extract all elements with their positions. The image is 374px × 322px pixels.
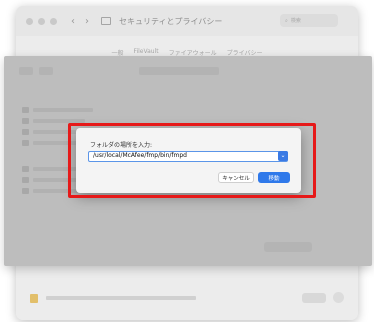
zoom-window-button[interactable]: [50, 17, 57, 25]
folder-icon: [22, 140, 29, 146]
search-field[interactable]: ⌕ 検索: [280, 14, 338, 27]
search-icon: ⌕: [285, 17, 288, 24]
close-window-button[interactable]: [26, 17, 33, 25]
show-all-grid-icon[interactable]: [101, 17, 111, 25]
list-item[interactable]: [22, 117, 354, 125]
search-placeholder: 検索: [290, 18, 301, 24]
folder-path-input[interactable]: /usr/local/McAfee/fmp/bin/fmpd ⌄: [88, 151, 288, 162]
folder-icon: [22, 129, 29, 135]
go-to-folder-dialog: フォルダの場所を入力: /usr/local/McAfee/fmp/bin/fm…: [76, 128, 301, 193]
title-bar: ‹ › セキュリティとプライバシー ⌕ 検索: [16, 6, 358, 36]
chevron-down-icon: ⌄: [280, 152, 286, 159]
sheet-view-buttons[interactable]: [39, 67, 53, 75]
bottom-bar: [16, 280, 358, 320]
window-title: セキュリティとプライバシー: [119, 16, 223, 26]
window-controls: [26, 17, 57, 25]
folder-icon: [22, 107, 29, 113]
recent-folders-dropdown[interactable]: ⌄: [278, 151, 288, 161]
advanced-button[interactable]: [302, 293, 326, 303]
help-button[interactable]: [333, 292, 344, 303]
folder-icon: [22, 166, 29, 172]
folder-path-value: /usr/local/McAfee/fmp/bin/fmpd: [93, 152, 187, 159]
folder-icon: [22, 188, 29, 194]
cancel-button[interactable]: キャンセル: [218, 172, 254, 183]
lock-icon[interactable]: [30, 294, 38, 303]
location-popup[interactable]: [139, 67, 219, 75]
sheet-toolbar: [19, 66, 357, 76]
back-icon[interactable]: ‹: [71, 16, 75, 27]
folder-location-label: フォルダの場所を入力:: [90, 142, 153, 149]
folder-icon: [22, 118, 29, 124]
lock-hint-text: [46, 296, 196, 300]
minimize-window-button[interactable]: [38, 17, 45, 25]
folder-icon: [22, 177, 29, 183]
list-item[interactable]: [22, 106, 354, 114]
forward-icon[interactable]: ›: [85, 16, 89, 27]
sheet-nav-buttons[interactable]: [19, 67, 33, 75]
navigation-arrows: ‹ ›: [71, 16, 89, 27]
new-folder-button[interactable]: [264, 242, 312, 252]
go-button[interactable]: 移動: [258, 172, 290, 183]
